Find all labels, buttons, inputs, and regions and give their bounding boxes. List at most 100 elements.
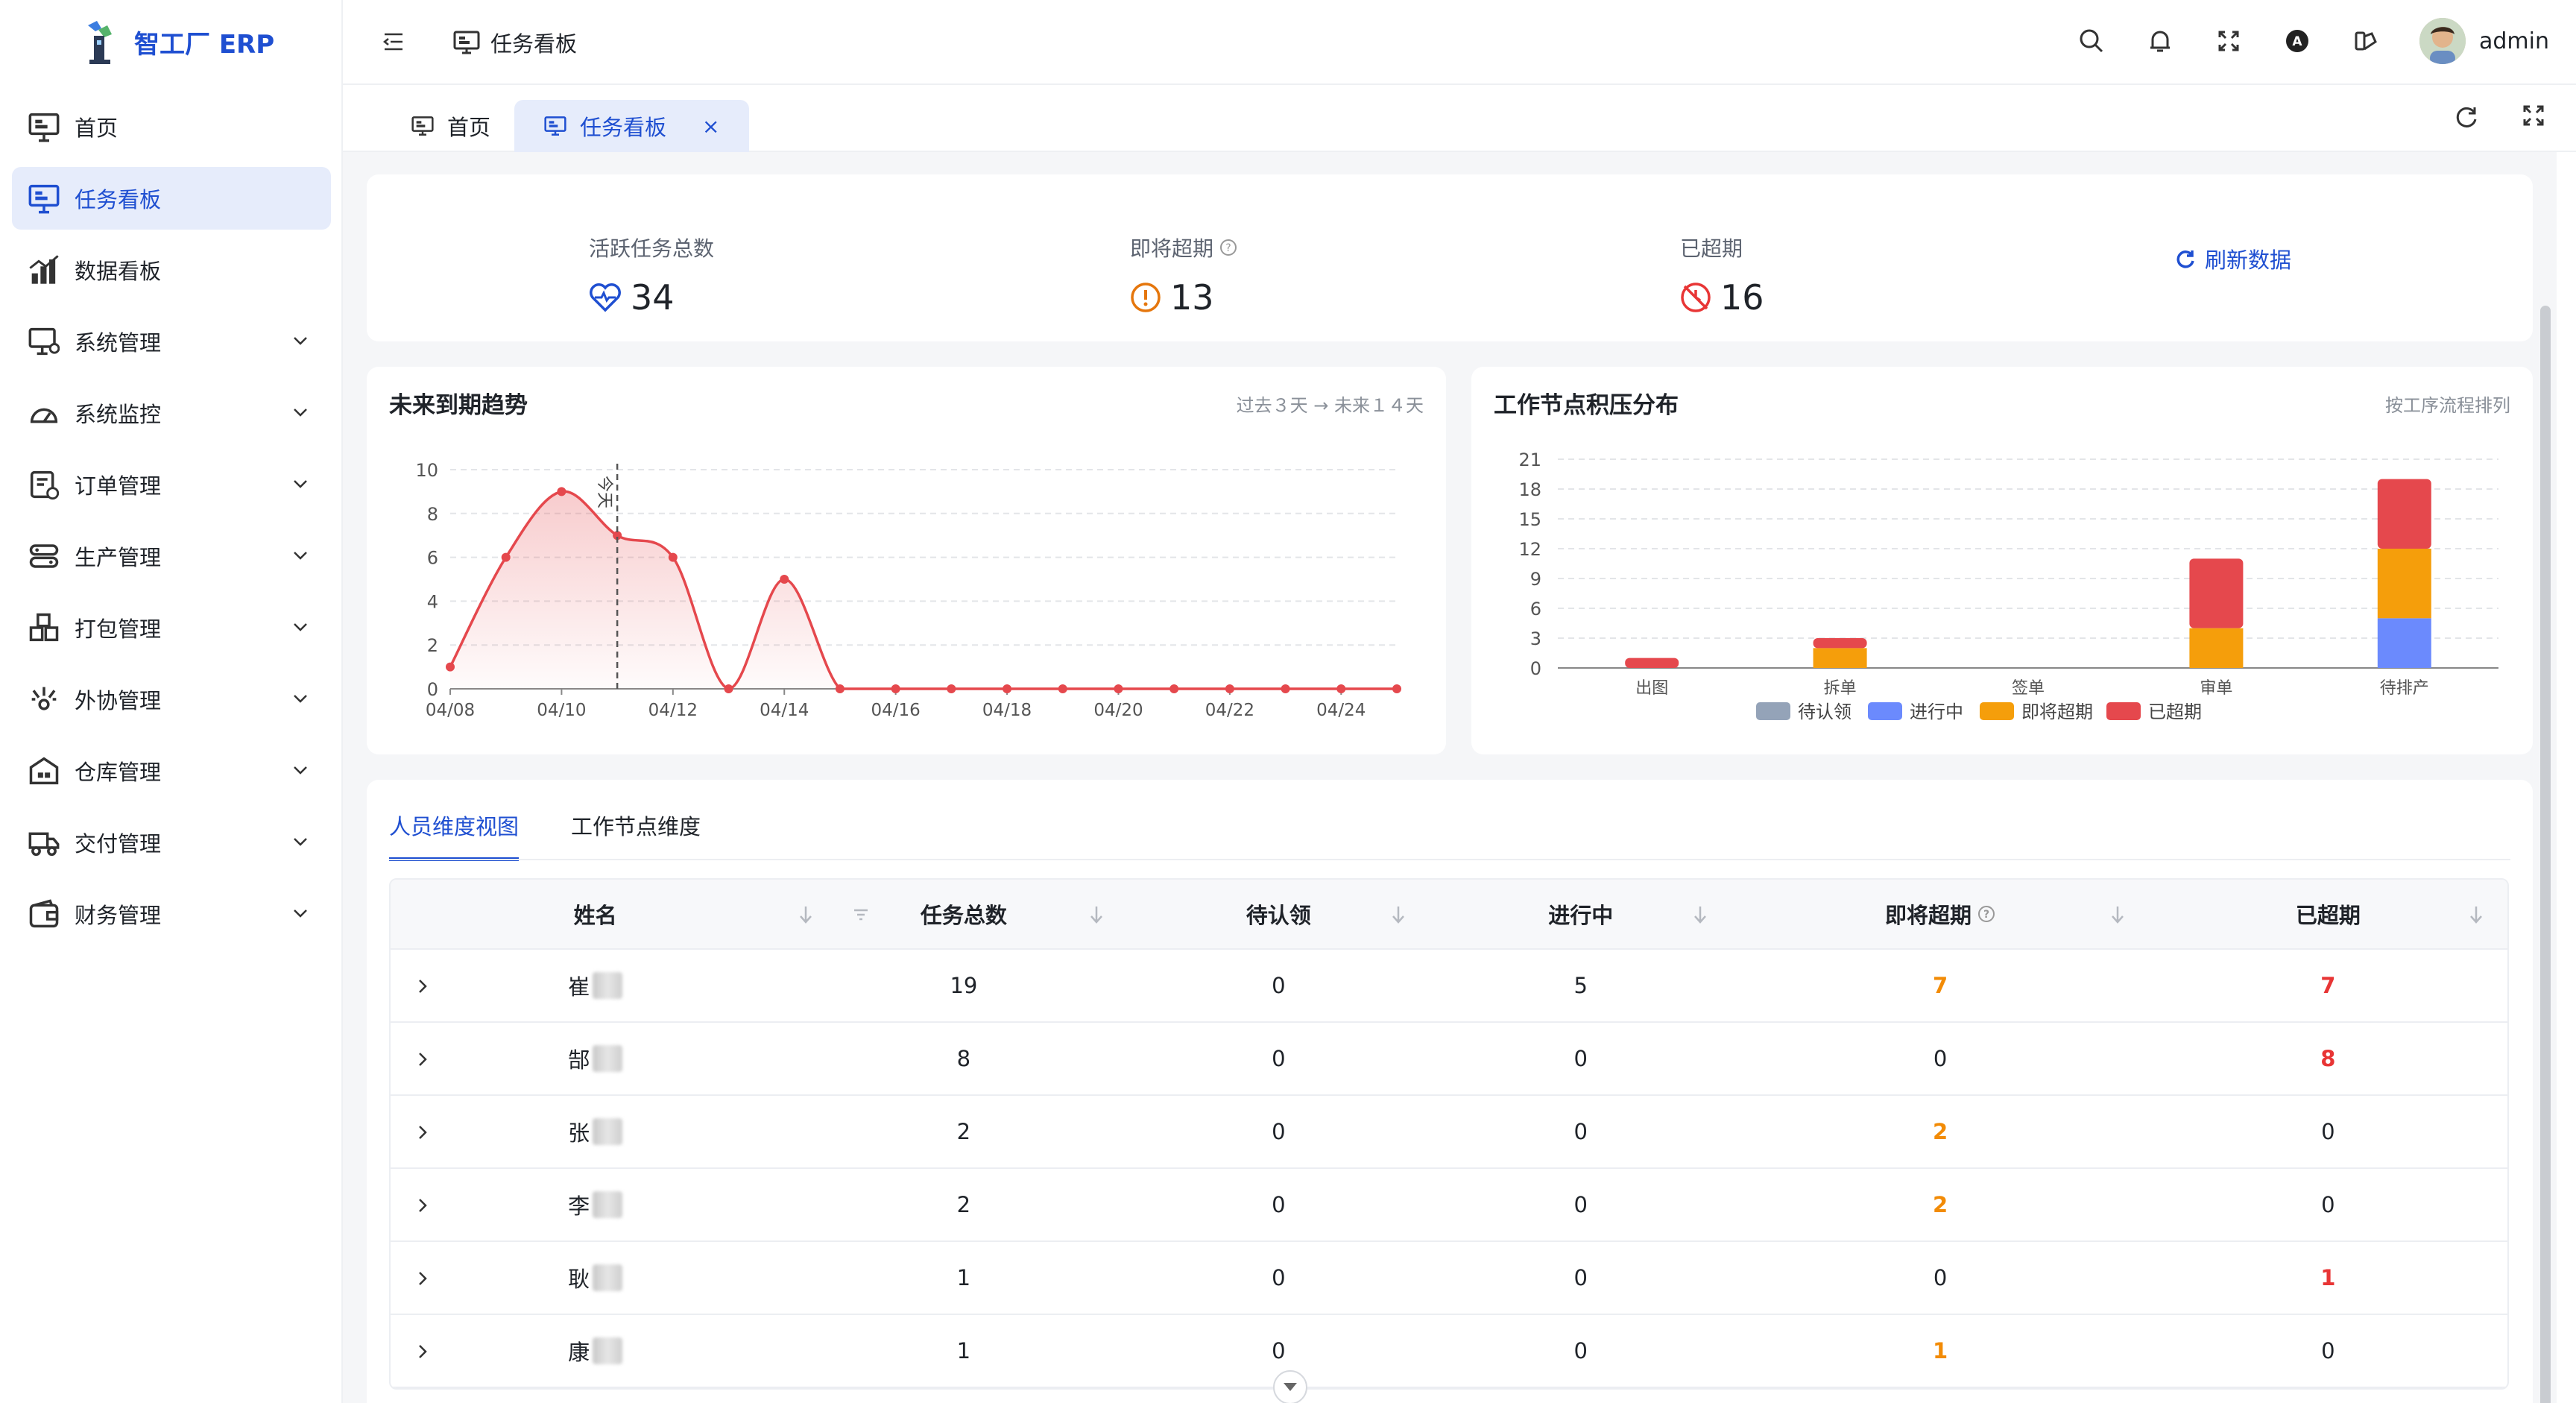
sort-icon[interactable] (1087, 905, 1105, 924)
chevron-right-icon[interactable] (413, 1123, 432, 1142)
chevron-right-icon[interactable] (413, 1196, 432, 1215)
maximize-icon[interactable] (2522, 104, 2545, 127)
sidebar-item-label: 首页 (75, 116, 119, 141)
table-row[interactable]: 李 2 0 0 2 0 (391, 1169, 2507, 1242)
cell-name: 耿 (391, 1242, 800, 1314)
breadcrumb[interactable]: 任务看板 (453, 27, 577, 58)
chevron-down-icon[interactable] (291, 689, 310, 708)
data-point (1281, 684, 1290, 693)
theme-icon[interactable] (2351, 26, 2381, 56)
chevron-down-icon[interactable] (291, 832, 310, 851)
table-row[interactable]: 张 2 0 0 2 0 (391, 1096, 2507, 1169)
username[interactable]: admin (2479, 28, 2549, 54)
sidebar-item-2[interactable]: 数据看板 (12, 239, 331, 301)
backlog-stacked-bar-chart[interactable]: 0 3 6 9 12 15 18 21 出图 拆单 签单 审单 待排产待认领 进行中 即将超期 已超期 (1471, 367, 2533, 754)
col-header-pending[interactable]: 待认领 (1128, 880, 1430, 948)
table-row[interactable]: 崔 19 0 5 7 7 (391, 950, 2507, 1023)
tab-node-view[interactable]: 工作节点维度 (571, 810, 701, 861)
legend-label: 即将超期 (2021, 702, 2093, 722)
gauge-icon (30, 408, 58, 423)
bar-segment (1813, 638, 1867, 649)
sidebar-item-1[interactable]: 任务看板 (12, 167, 331, 230)
col-header-overdue[interactable]: 已超期 (2149, 880, 2507, 948)
data-point (947, 684, 956, 693)
person-name: 康 (568, 1340, 590, 1365)
heart-pulse-icon (590, 283, 621, 312)
sidebar-item-label: 订单管理 (75, 473, 162, 499)
chevron-down-icon[interactable] (291, 760, 310, 780)
sidebar-item-label: 系统监控 (75, 402, 162, 427)
bar-segment (2377, 549, 2431, 619)
col-header-soon[interactable]: 即将超期 ? (1731, 880, 2148, 948)
bell-icon[interactable] (2145, 26, 2175, 56)
table-row[interactable]: 康10010 (391, 1315, 2507, 1388)
col-header-name[interactable]: 姓名 (391, 880, 868, 948)
bar-segment (2189, 628, 2244, 668)
sidebar-item-5[interactable]: 订单管理 (12, 453, 331, 516)
sidebar-item-10[interactable]: 交付管理 (12, 811, 331, 874)
x-tick-label: 签单 (2012, 679, 2045, 698)
y-tick-label: 15 (1518, 509, 1541, 530)
app-root: 智工厂 ERP 首页 任务看板 数据看板 系统管理 系统监控 订单管理 生产管理 打包管理 外协… (0, 0, 2576, 1403)
tab-home[interactable]: 首页 (382, 100, 520, 152)
sidebar-item-7[interactable]: 打包管理 (12, 596, 331, 659)
bar-segment (2377, 479, 2431, 549)
chevron-down-icon[interactable] (291, 474, 310, 494)
chevron-down-icon[interactable] (291, 331, 310, 350)
col-header-in-progress[interactable]: 进行中 (1430, 880, 1731, 948)
reload-icon[interactable] (2454, 104, 2479, 130)
search-icon[interactable] (2077, 26, 2106, 56)
cell-pending: 0 (1272, 1046, 1286, 1071)
factory-logo-icon (88, 21, 112, 64)
app-logo[interactable]: 智工厂 ERP (82, 18, 274, 66)
chevron-down-icon[interactable] (291, 546, 310, 565)
legend-swatch (1980, 702, 2014, 720)
table-header: 姓名 任务总数 待认领 进行中 即将超期 ? 已超期 (391, 880, 2507, 950)
chevron-down-icon[interactable] (291, 617, 310, 637)
refresh-icon (2176, 250, 2194, 268)
tab-task-board[interactable]: 任务看板 × (514, 100, 750, 152)
chevron-right-icon[interactable] (413, 977, 432, 996)
data-point (780, 575, 789, 584)
sidebar-item-8[interactable]: 外协管理 (12, 668, 331, 731)
close-icon[interactable]: × (702, 114, 719, 139)
page-scrollbar[interactable] (2540, 306, 2551, 1403)
sidebar-item-9[interactable]: 仓库管理 (12, 740, 331, 802)
help-icon[interactable]: ? (1977, 905, 1995, 923)
fullscreen-icon[interactable] (2214, 26, 2244, 56)
sort-icon[interactable] (2109, 905, 2127, 924)
col-header-total[interactable]: 任务总数 (800, 880, 1127, 948)
table-row[interactable]: 耿 1 0 0 0 1 (391, 1242, 2507, 1315)
sort-icon[interactable] (2467, 905, 2485, 924)
tab-person-view[interactable]: 人员维度视图 (389, 810, 520, 861)
collapse-sidebar-icon[interactable] (382, 30, 405, 54)
sidebar-item-0[interactable]: 首页 (12, 95, 331, 158)
sort-icon[interactable] (1389, 905, 1407, 924)
chevron-right-icon[interactable] (413, 1050, 432, 1069)
sidebar-item-4[interactable]: 系统监控 (12, 382, 331, 444)
cell-overdue: 0 (2321, 1338, 2335, 1363)
avatar[interactable] (2419, 18, 2466, 64)
sidebar-item-11[interactable]: 财务管理 (12, 883, 331, 945)
scroll-down-button[interactable] (1273, 1370, 1307, 1403)
trend-chart-card: 未来到期趋势 过去３天 → 未来１４天 0 2 4 6 8 10 04/08 04/10 04/… (367, 367, 1446, 754)
refresh-data-button[interactable]: 刷新数据 (2175, 243, 2291, 274)
sidebar-item-3[interactable]: 系统管理 (12, 310, 331, 373)
language-icon[interactable]: A (2282, 26, 2312, 56)
chevron-right-icon[interactable] (413, 1269, 432, 1288)
chevron-right-icon[interactable] (413, 1342, 432, 1361)
table-row[interactable]: 郜 8 0 0 0 8 (391, 1023, 2507, 1096)
legend-swatch (1868, 702, 1902, 720)
truck-icon (28, 832, 60, 857)
sidebar-item-label: 任务看板 (75, 187, 162, 212)
data-point (1336, 684, 1346, 693)
chevron-down-icon[interactable] (291, 403, 310, 422)
help-icon[interactable]: ? (1219, 239, 1237, 256)
y-tick-label: 12 (1518, 539, 1541, 560)
y-tick-label: 3 (1530, 628, 1541, 649)
trend-line-chart[interactable]: 0 2 4 6 8 10 04/08 04/10 04/12 04/14 04/16 04/18 04/… (367, 367, 1446, 754)
y-tick-label: 8 (427, 504, 438, 525)
sidebar-item-6[interactable]: 生产管理 (12, 525, 331, 587)
sort-icon[interactable] (1691, 905, 1709, 924)
chevron-down-icon[interactable] (291, 904, 310, 923)
